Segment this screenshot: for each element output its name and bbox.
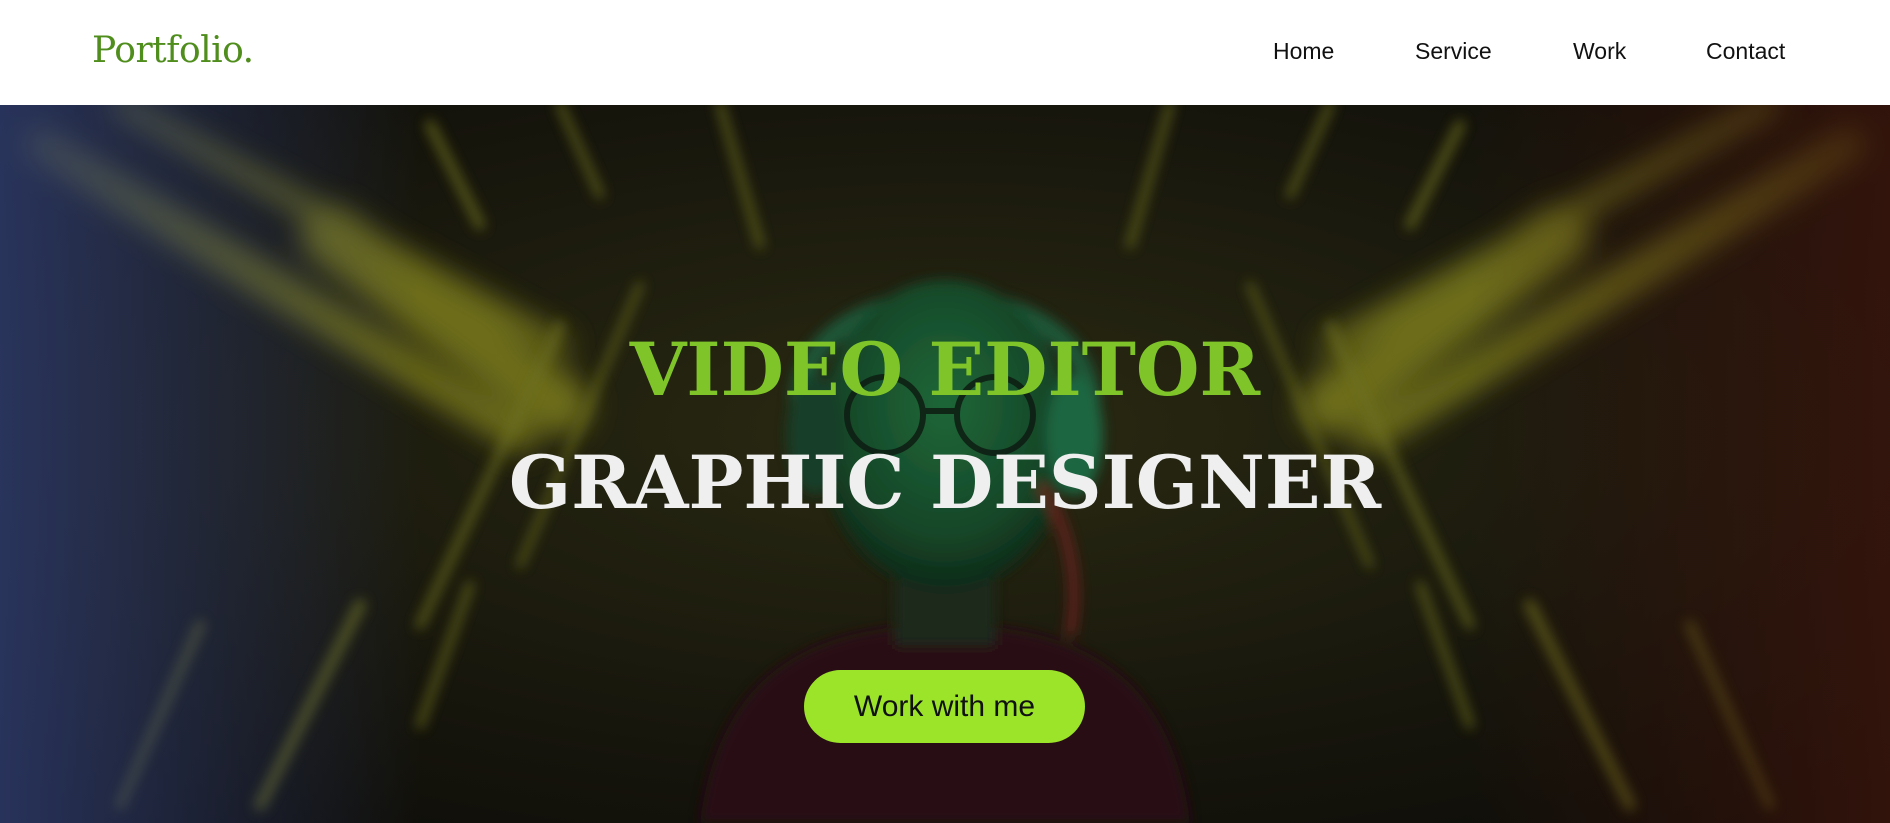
- nav-contact[interactable]: Contact: [1706, 38, 1785, 65]
- hero-section: VIDEO EDITOR GRAPHIC DESIGNER Work with …: [0, 105, 1890, 823]
- site-header: Portfolio. Home Service Work Contact: [0, 0, 1890, 105]
- work-with-me-button[interactable]: Work with me: [804, 670, 1085, 743]
- nav-work[interactable]: Work: [1573, 38, 1626, 65]
- nav-service[interactable]: Service: [1415, 38, 1492, 65]
- main-nav: Home Service Work Contact: [0, 38, 1890, 68]
- headline-video-editor: VIDEO EDITOR: [629, 327, 1261, 413]
- nav-home[interactable]: Home: [1273, 38, 1334, 65]
- headline-graphic-designer: GRAPHIC DESIGNER: [508, 440, 1382, 526]
